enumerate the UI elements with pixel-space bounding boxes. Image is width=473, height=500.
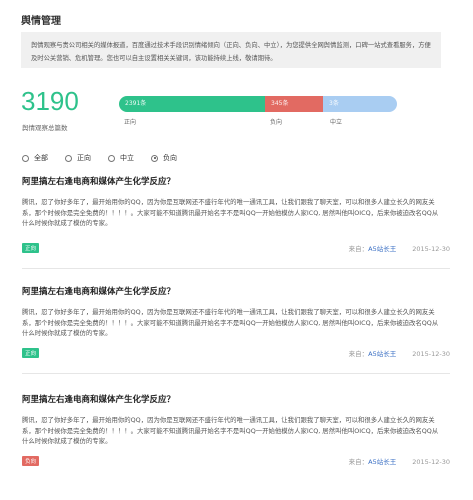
source-link[interactable]: A5站长王	[368, 458, 396, 466]
article-item: 阿里搞左右逢电商和媒体产生化学反应？ 腾讯，忍了你好多年了，最开始用你的QQ，因…	[22, 393, 450, 483]
article-item: 阿里搞左右逢电商和媒体产生化学反应？ 腾讯，忍了你好多年了，最开始用你的QQ，因…	[22, 175, 450, 265]
source-prefix: 来自：	[348, 350, 369, 358]
sentiment-badge: 正向	[22, 348, 40, 358]
divider	[22, 373, 450, 374]
sentiment-bar: 2391条 345条 3条	[119, 96, 397, 112]
filter-all[interactable]: 全部	[22, 153, 48, 163]
article-title[interactable]: 阿里搞左右逢电商和媒体产生化学反应？	[22, 393, 450, 405]
source-prefix: 来自：	[348, 245, 369, 253]
filter-neutral[interactable]: 中立	[108, 153, 134, 163]
source-link[interactable]: A5站长王	[368, 245, 396, 253]
neutral-segment: 3条	[323, 96, 397, 112]
article-body: 腾讯，忍了你好多年了，最开始用你的QQ，因为你是互联网还不盛行年代的唯一通讯工具…	[22, 198, 439, 227]
article-date: 2015-12-30	[412, 245, 450, 253]
sentiment-badge: 正向	[22, 243, 40, 253]
negative-label: 负向	[270, 119, 283, 126]
neutral-label: 中立	[330, 119, 343, 126]
source-link[interactable]: A5站长王	[368, 350, 396, 358]
total-count-label: 舆情观察总篇数	[22, 124, 68, 132]
article-meta: 来自：A5站长王 2015-12-30	[349, 243, 450, 253]
filter-neutral-label: 中立	[120, 154, 134, 162]
article-date: 2015-12-30	[412, 350, 450, 358]
article-item: 阿里搞左右逢电商和媒体产生化学反应？ 腾讯，忍了你好多年了，最开始用你的QQ，因…	[22, 285, 450, 375]
article-body: 腾讯，忍了你好多年了，最开始用你的QQ，因为你是互联网还不盛行年代的唯一通讯工具…	[22, 308, 439, 337]
positive-label: 正向	[124, 119, 137, 126]
filter-positive[interactable]: 正向	[65, 153, 91, 163]
article-title[interactable]: 阿里搞左右逢电商和媒体产生化学反应？	[22, 285, 450, 297]
sentiment-badge: 负向	[22, 456, 40, 466]
filter-negative[interactable]: 负向	[151, 153, 177, 163]
filter-negative-label: 负向	[163, 154, 177, 162]
positive-segment: 2391条	[119, 96, 265, 112]
article-title[interactable]: 阿里搞左右逢电商和媒体产生化学反应？	[22, 175, 450, 187]
filter-positive-label: 正向	[77, 154, 91, 162]
article-meta: 来自：A5站长王 2015-12-30	[349, 456, 450, 466]
filter-all-label: 全部	[34, 154, 48, 162]
article-meta: 来自：A5站长王 2015-12-30	[349, 348, 450, 358]
info-notice: 舆情观察与贵公司相关的媒体报道，百度通过技术手段识别情绪倾向（正向、负向、中立）…	[21, 32, 441, 68]
radio-checked-icon[interactable]	[151, 154, 158, 162]
radio-icon[interactable]	[65, 154, 72, 162]
negative-segment: 345条	[265, 96, 323, 112]
radio-icon[interactable]	[108, 154, 115, 162]
article-date: 2015-12-30	[412, 458, 450, 466]
source-prefix: 来自：	[348, 458, 369, 466]
radio-icon[interactable]	[22, 154, 29, 162]
sentiment-filter: 全部 正向 中立 负向	[22, 153, 194, 163]
page-title: 舆情管理	[21, 16, 61, 27]
total-count: 3190	[21, 86, 79, 116]
divider	[22, 268, 450, 269]
article-body: 腾讯，忍了你好多年了，最开始用你的QQ，因为你是互联网还不盛行年代的唯一通讯工具…	[22, 416, 439, 445]
